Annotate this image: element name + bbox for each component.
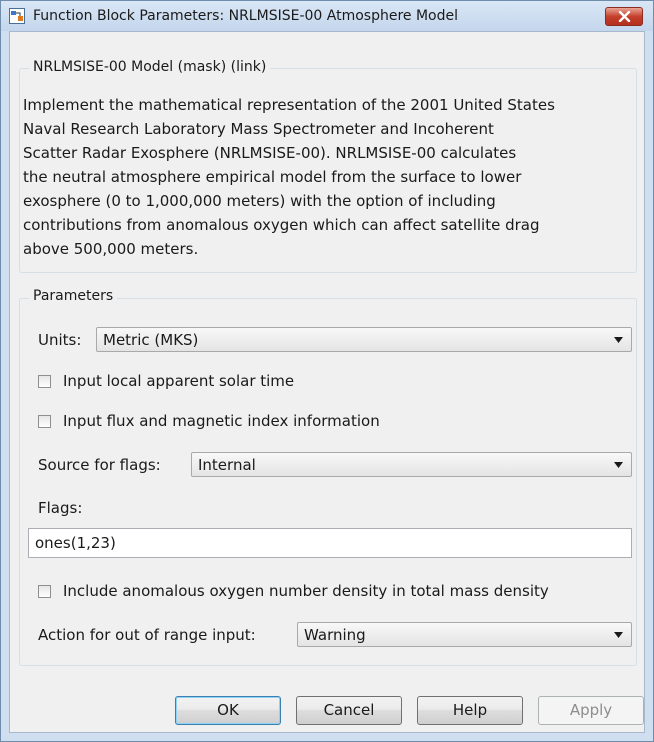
ok-button[interactable]: OK	[175, 696, 281, 725]
parameters-group-legend: Parameters	[29, 288, 118, 304]
units-dropdown-value: Metric (MKS)	[103, 331, 199, 349]
description-group-legend: NRLMSISE-00 Model (mask) (link)	[29, 59, 271, 75]
units-dropdown[interactable]: Metric (MKS)	[96, 327, 632, 352]
help-button[interactable]: Help	[417, 696, 523, 725]
chevron-down-icon	[614, 462, 623, 468]
title-bar[interactable]: Function Block Parameters: NRLMSISE-00 A…	[1, 1, 653, 31]
input-solar-time-checkbox[interactable]	[38, 375, 51, 388]
input-flux-checkbox[interactable]	[38, 415, 51, 428]
cancel-button[interactable]: Cancel	[296, 696, 402, 725]
input-flux-label[interactable]: Input flux and magnetic index informatio…	[63, 412, 380, 430]
flags-label: Flags:	[38, 499, 83, 517]
simulink-block-icon	[9, 8, 25, 24]
parameters-group	[19, 298, 637, 666]
chevron-down-icon	[614, 632, 623, 638]
dialog-window: Function Block Parameters: NRLMSISE-00 A…	[0, 0, 654, 742]
source-for-flags-dropdown[interactable]: Internal	[191, 452, 632, 477]
anomalous-oxygen-checkbox[interactable]	[38, 585, 51, 598]
source-for-flags-dropdown-value: Internal	[198, 456, 256, 474]
out-of-range-dropdown[interactable]: Warning	[297, 622, 632, 647]
chevron-down-icon	[614, 337, 623, 343]
close-button[interactable]	[605, 7, 643, 26]
close-x-icon	[618, 11, 631, 22]
source-for-flags-label: Source for flags:	[38, 456, 161, 474]
apply-button: Apply	[538, 696, 644, 725]
out-of-range-label: Action for out of range input:	[38, 626, 256, 644]
block-description: Implement the mathematical representatio…	[23, 96, 555, 258]
units-label: Units:	[38, 331, 82, 349]
anomalous-oxygen-label[interactable]: Include anomalous oxygen number density …	[63, 582, 549, 600]
flags-field[interactable]	[28, 528, 632, 558]
input-solar-time-label[interactable]: Input local apparent solar time	[63, 372, 294, 390]
window-title: Function Block Parameters: NRLMSISE-00 A…	[33, 8, 458, 24]
out-of-range-dropdown-value: Warning	[304, 626, 366, 644]
